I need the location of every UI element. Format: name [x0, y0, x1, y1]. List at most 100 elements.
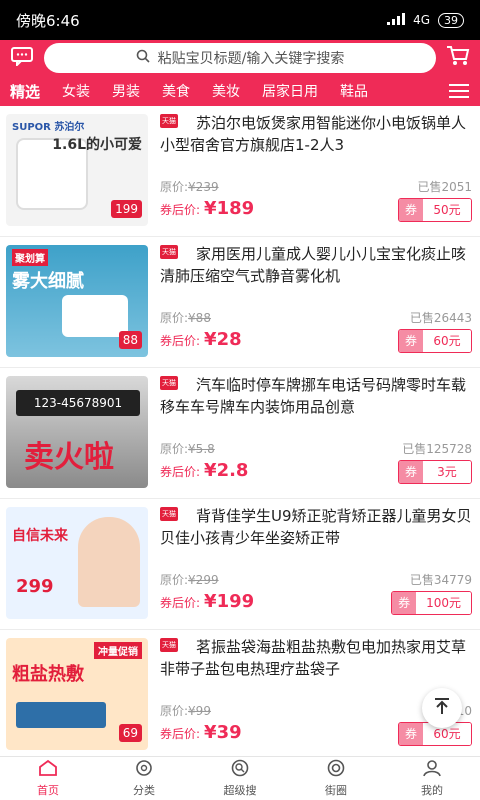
search-icon	[136, 49, 150, 67]
top-bar: 粘贴宝贝标题/输入关键字搜索	[0, 40, 480, 76]
cart-icon	[446, 45, 470, 71]
nav-label: 我的	[421, 784, 443, 797]
tab-home[interactable]: 居家日用	[262, 81, 318, 101]
coupon-label: 券	[392, 592, 417, 614]
coupon-amount: 60元	[423, 330, 471, 352]
signal-icon	[387, 12, 406, 28]
nebulizer-image	[62, 295, 128, 337]
coupon-amount: 50元	[423, 199, 471, 221]
tab-men[interactable]: 男装	[112, 81, 140, 101]
nav-label: 超级搜	[223, 784, 257, 797]
product-image[interactable]: 冲量促销 粗盐热敷 69	[6, 638, 148, 750]
product-title[interactable]: 家用医用儿童成人婴儿小儿宝宝化痰止咳清肺压缩空气式静音雾化机	[160, 243, 472, 287]
product-image[interactable]: 自信未来 299	[6, 507, 148, 619]
orig-label: 原价:	[160, 704, 189, 718]
bottom-nav: 首页 分类 超级搜 街圈 我的	[0, 756, 480, 800]
super-search-icon	[230, 759, 250, 780]
tab-beauty[interactable]: 美妆	[212, 81, 240, 101]
final-price: ¥39	[204, 722, 242, 743]
nav-category[interactable]: 分类	[96, 757, 192, 800]
category-tabs: 精选 女装 男装 美食 美妆 居家日用 鞋品	[0, 76, 480, 106]
image-price: 199	[111, 200, 142, 218]
image-caption: SUPOR 苏泊尔	[12, 122, 85, 133]
orig-label: 原价:	[160, 180, 189, 194]
image-caption: 冲量促销	[94, 642, 142, 659]
orig-price: ¥99	[188, 704, 211, 718]
model-image	[78, 517, 140, 607]
message-icon	[10, 46, 34, 70]
final-label: 券后价:	[160, 203, 201, 217]
home-icon	[38, 759, 58, 780]
back-to-top-button[interactable]	[422, 688, 462, 728]
nav-home[interactable]: 首页	[0, 757, 96, 800]
battery-icon: 39	[438, 12, 464, 28]
product-title[interactable]: 苏泊尔电饭煲家用智能迷你小电饭锅单人小型宿舍官方旗舰店1-2人3	[160, 112, 472, 156]
sold-count: 已售34779	[409, 573, 472, 587]
coupon-button[interactable]: 券 50元	[397, 198, 472, 222]
coupon-label: 券	[398, 330, 423, 352]
product-image[interactable]: SUPOR 苏泊尔 1.6L的小可爱 199	[6, 114, 148, 226]
nav-label: 首页	[37, 784, 59, 797]
nav-profile[interactable]: 我的	[384, 757, 480, 800]
list-item[interactable]: 自信未来 299 天猫 背背佳学生U9矫正驼背矫正器儿童男女贝贝佳小孩青少年坐姿…	[0, 499, 480, 630]
final-label: 券后价:	[160, 334, 201, 348]
menu-icon[interactable]	[448, 81, 470, 101]
list-item[interactable]: 聚划算 雾大细腻 88 天猫 家用医用儿童成人婴儿小儿宝宝化痰止咳清肺压缩空气式…	[0, 237, 480, 368]
coupon-label: 券	[398, 723, 423, 745]
sold-count: 已售26443	[409, 311, 472, 325]
coupon-amount: 100元	[416, 592, 471, 614]
sold-count: 已售2051	[417, 180, 472, 194]
image-caption: 聚划算	[12, 249, 48, 266]
final-label: 券后价:	[160, 727, 201, 741]
final-price: ¥189	[204, 198, 255, 219]
product-image[interactable]: 123-45678901 卖火啦	[6, 376, 148, 488]
tab-women[interactable]: 女装	[62, 81, 90, 101]
cart-button[interactable]	[436, 40, 480, 76]
search-input[interactable]: 粘贴宝贝标题/输入关键字搜索	[44, 43, 436, 73]
profile-icon	[422, 759, 442, 780]
list-item[interactable]: 123-45678901 卖火啦 天猫 汽车临时停车牌挪车电话号码牌零时车载移车…	[0, 368, 480, 499]
final-price: ¥2.8	[204, 460, 249, 481]
coupon-button[interactable]: 券 60元	[397, 329, 472, 353]
nav-label: 街圈	[325, 784, 347, 797]
final-label: 券后价:	[160, 465, 201, 479]
image-slogan: 1.6L的小可爱	[52, 137, 142, 153]
product-list: SUPOR 苏泊尔 1.6L的小可爱 199 天猫 苏泊尔电饭煲家用智能迷你小电…	[0, 106, 480, 756]
coupon-button[interactable]: 券 100元	[391, 591, 472, 615]
coupon-button[interactable]: 券 3元	[397, 460, 472, 484]
image-slogan: 299	[16, 576, 54, 597]
image-price: 69	[118, 724, 142, 742]
tab-featured[interactable]: 精选	[10, 81, 40, 102]
orig-label: 原价:	[160, 311, 189, 325]
tab-food[interactable]: 美食	[162, 81, 190, 101]
nav-street[interactable]: 街圈	[288, 757, 384, 800]
orig-price: ¥5.8	[188, 442, 215, 456]
orig-price: ¥299	[188, 573, 219, 587]
image-price: 88	[118, 331, 142, 349]
orig-label: 原价:	[160, 573, 189, 587]
message-button[interactable]	[0, 40, 44, 76]
image-slogan: 卖火啦	[24, 440, 114, 475]
image-slogan: 粗盐热敷	[12, 664, 84, 685]
status-time: 傍晚6:46	[16, 11, 80, 30]
product-title[interactable]: 背背佳学生U9矫正驼背矫正器儿童男女贝贝佳小孩青少年坐姿矫正带	[160, 505, 472, 549]
tab-shoes[interactable]: 鞋品	[340, 81, 368, 101]
final-price: ¥28	[204, 329, 242, 350]
status-bar: 傍晚6:46 4G 39	[0, 0, 480, 40]
list-item[interactable]: 冲量促销 粗盐热敷 69 天猫 茗振盐袋海盐粗盐热敷包电加热家用艾草非带子盐包电…	[0, 630, 480, 756]
sold-count: 已售125728	[402, 442, 472, 456]
arrow-up-icon	[432, 696, 452, 720]
nav-super-search[interactable]: 超级搜	[192, 757, 288, 800]
product-title[interactable]: 茗振盐袋海盐粗盐热敷包电加热家用艾草非带子盐包电热理疗盐袋子	[160, 636, 472, 680]
street-icon	[326, 759, 346, 780]
product-image[interactable]: 聚划算 雾大细腻 88	[6, 245, 148, 357]
product-title[interactable]: 汽车临时停车牌挪车电话号码牌零时车载移车车号牌车内装饰用品创意	[160, 374, 472, 418]
orig-price: ¥88	[188, 311, 211, 325]
orig-label: 原价:	[160, 442, 189, 456]
orig-price: ¥239	[188, 180, 219, 194]
list-item[interactable]: SUPOR 苏泊尔 1.6L的小可爱 199 天猫 苏泊尔电饭煲家用智能迷你小电…	[0, 106, 480, 237]
coupon-label: 券	[398, 461, 423, 483]
final-price: ¥199	[204, 591, 255, 612]
nav-label: 分类	[133, 784, 155, 797]
coupon-amount: 3元	[423, 461, 471, 483]
